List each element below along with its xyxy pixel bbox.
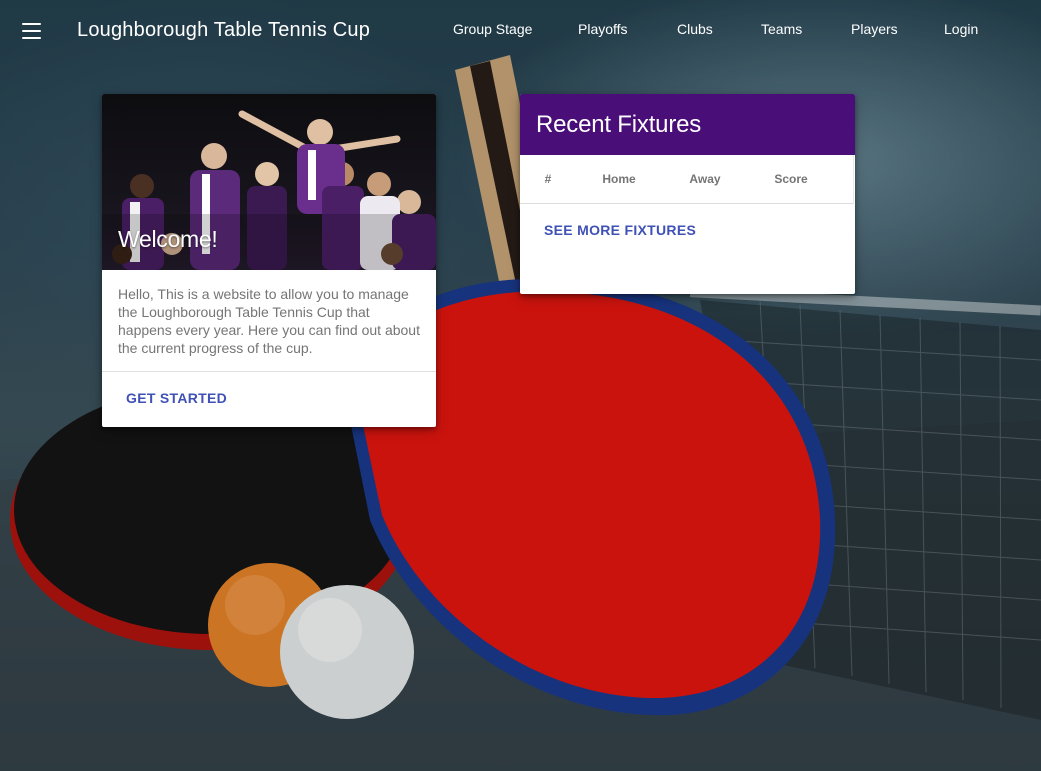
top-nav: Group Stage Playoffs Clubs Teams Players… [0,21,1041,41]
column-header-home[interactable]: Home [576,155,662,204]
column-header-away[interactable]: Away [662,155,748,204]
team-photo: Welcome! [102,94,436,270]
fixtures-table: # Home Away Score [520,155,853,204]
fixtures-title: Recent Fixtures [520,94,855,155]
welcome-actions: GET STARTED [102,372,436,424]
nav-players[interactable]: Players [851,21,898,37]
nav-clubs[interactable]: Clubs [677,21,713,37]
welcome-card: Welcome! Hello, This is a website to all… [102,94,436,427]
column-header-number[interactable]: # [520,155,576,204]
nav-teams[interactable]: Teams [761,21,802,37]
nav-group-stage[interactable]: Group Stage [453,21,532,37]
fixtures-table-wrap: # Home Away Score [520,155,854,204]
nav-playoffs[interactable]: Playoffs [578,21,628,37]
recent-fixtures-card: Recent Fixtures # Home Away Score SEE MO… [520,94,855,294]
column-header-score[interactable]: Score [748,155,834,204]
app-bar: Loughborough Table Tennis Cup Group Stag… [0,0,1041,62]
fixtures-actions: SEE MORE FIXTURES [520,204,855,256]
welcome-title: Welcome! [118,226,218,252]
see-more-fixtures-button[interactable]: SEE MORE FIXTURES [528,214,712,246]
welcome-text: Hello, This is a website to allow you to… [118,286,420,356]
nav-login[interactable]: Login [944,21,978,37]
get-started-button[interactable]: GET STARTED [110,382,243,414]
